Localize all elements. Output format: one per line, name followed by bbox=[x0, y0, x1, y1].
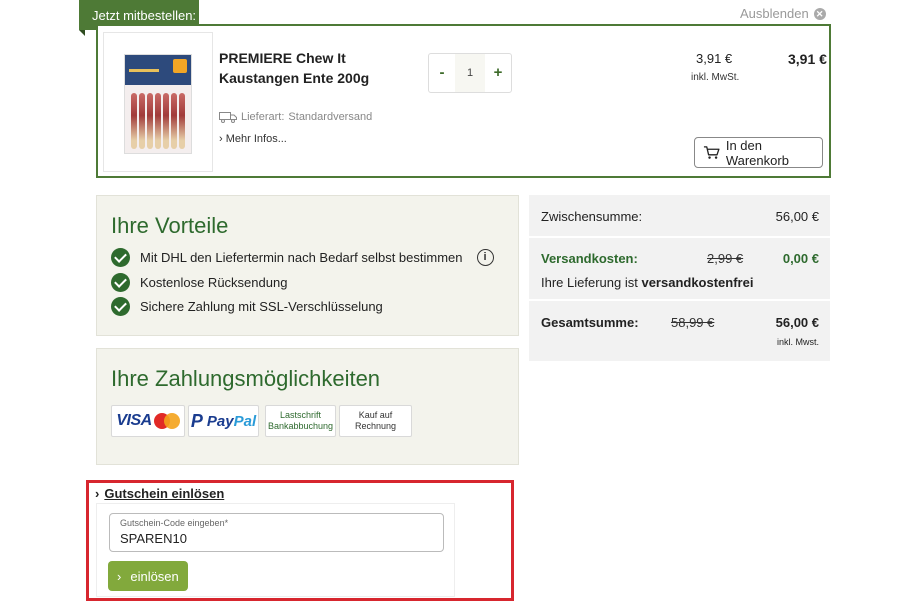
benefit-text: Sichere Zahlung mit SSL-Verschlüsselung bbox=[140, 299, 383, 314]
mastercard-icon bbox=[153, 413, 180, 429]
total-row: Gesamtsumme: 58,99 € 56,00 € inkl. Mwst. bbox=[529, 301, 830, 361]
order-summary: Zwischensumme: 56,00 € Versandkosten: 2,… bbox=[529, 195, 830, 361]
delivery-method: Lieferart: Standardversand bbox=[219, 111, 372, 123]
upsell-product-card: PREMIERE Chew It Kaustangen Ente 200g - … bbox=[96, 24, 831, 178]
check-circle-icon bbox=[111, 248, 130, 267]
paypal-icon: P bbox=[190, 410, 203, 431]
total-old-price: 58,99 € bbox=[671, 315, 715, 330]
total-label: Gesamtsumme: bbox=[541, 315, 639, 330]
benefit-item: Sichere Zahlung mit SSL-Verschlüsselung bbox=[111, 297, 383, 316]
product-package bbox=[124, 54, 192, 154]
truck-icon bbox=[219, 111, 237, 123]
rechnung-line2: Rechnung bbox=[354, 421, 397, 431]
total-value: 56,00 € bbox=[775, 315, 819, 330]
subtotal-label: Zwischensumme: bbox=[541, 209, 643, 224]
benefit-item: Mit DHL den Liefertermin nach Bedarf sel… bbox=[111, 248, 494, 267]
benefits-panel: Ihre Vorteile Mit DHL den Liefertermin n… bbox=[96, 195, 519, 336]
quantity-value[interactable]: 1 bbox=[455, 54, 485, 92]
visa-mastercard-logo: VISA bbox=[111, 405, 185, 437]
unit-tax-note: inkl. MwSt. bbox=[691, 72, 740, 83]
hide-upsell-link[interactable]: Ausblenden ✕ bbox=[740, 6, 826, 21]
shipping-row: Versandkosten: 2,99 € 0,00 € Ihre Liefer… bbox=[529, 238, 830, 301]
subtotal-value: 56,00 € bbox=[775, 209, 819, 224]
product-image[interactable] bbox=[103, 32, 213, 172]
cart-icon bbox=[703, 146, 720, 159]
shipping-note-bold: versandkostenfrei bbox=[641, 275, 754, 290]
close-icon: ✕ bbox=[813, 7, 826, 20]
benefit-text: Mit DHL den Liefertermin nach Bedarf sel… bbox=[140, 250, 463, 265]
payment-options-panel: Ihre Zahlungsmöglichkeiten VISA P Pay Pal… bbox=[96, 348, 519, 465]
info-icon[interactable]: i bbox=[476, 249, 494, 266]
subtotal-row: Zwischensumme: 56,00 € bbox=[529, 195, 830, 238]
more-info-link[interactable]: › Mehr Infos... bbox=[219, 133, 287, 145]
add-to-cart-label: In den Warenkorb bbox=[725, 137, 789, 168]
shipping-old-price: 2,99 € bbox=[707, 251, 744, 266]
rechnung-line1: Kauf auf bbox=[358, 410, 393, 420]
add-to-cart-button[interactable]: In den Warenkorb bbox=[694, 137, 823, 168]
coupon-highlight-frame bbox=[86, 480, 514, 601]
paypal-pay-text: Pay bbox=[206, 412, 234, 430]
shipping-note: Ihre Lieferung ist versandkostenfrei bbox=[541, 275, 753, 290]
quantity-decrease-button[interactable]: - bbox=[429, 54, 455, 92]
shipping-label: Versandkosten: bbox=[541, 251, 638, 266]
quantity-increase-button[interactable]: + bbox=[485, 54, 511, 92]
delivery-value: Standardversand bbox=[288, 111, 373, 123]
chevron-right-icon: › bbox=[219, 133, 223, 145]
shipping-note-prefix: Ihre Lieferung ist bbox=[541, 275, 638, 290]
lastschrift-line1: Lastschrift bbox=[279, 410, 321, 420]
benefit-item: Kostenlose Rücksendung bbox=[111, 273, 287, 292]
shipping-value: 0,00 € bbox=[782, 251, 819, 266]
check-circle-icon bbox=[111, 297, 130, 316]
check-circle-icon bbox=[111, 273, 130, 292]
benefit-text: Kostenlose Rücksendung bbox=[140, 275, 288, 290]
visa-label: VISA bbox=[116, 412, 152, 429]
total-tax-note: inkl. Mwst. bbox=[776, 337, 819, 347]
unit-price: 3,91 € bbox=[696, 51, 733, 66]
line-price: 3,91 € bbox=[788, 51, 827, 67]
lastschrift-logo: Lastschrift Bankabbuchung bbox=[265, 405, 336, 437]
benefits-title: Ihre Vorteile bbox=[111, 213, 229, 238]
hide-upsell-label: Ausblenden bbox=[740, 6, 809, 21]
quantity-stepper: - 1 + bbox=[428, 53, 512, 93]
paypal-pal-text: Pal bbox=[233, 412, 257, 430]
rechnung-logo: Kauf auf Rechnung bbox=[339, 405, 412, 437]
payment-title: Ihre Zahlungsmöglichkeiten bbox=[111, 366, 381, 391]
product-title[interactable]: PREMIERE Chew It Kaustangen Ente 200g bbox=[219, 48, 424, 88]
lastschrift-line2: Bankabbuchung bbox=[267, 421, 334, 431]
paypal-logo: P Pay Pal bbox=[188, 405, 259, 437]
upsell-tab-corner bbox=[79, 30, 85, 36]
delivery-label: Lieferart: bbox=[241, 111, 285, 123]
more-info-label: Mehr Infos... bbox=[225, 133, 287, 145]
